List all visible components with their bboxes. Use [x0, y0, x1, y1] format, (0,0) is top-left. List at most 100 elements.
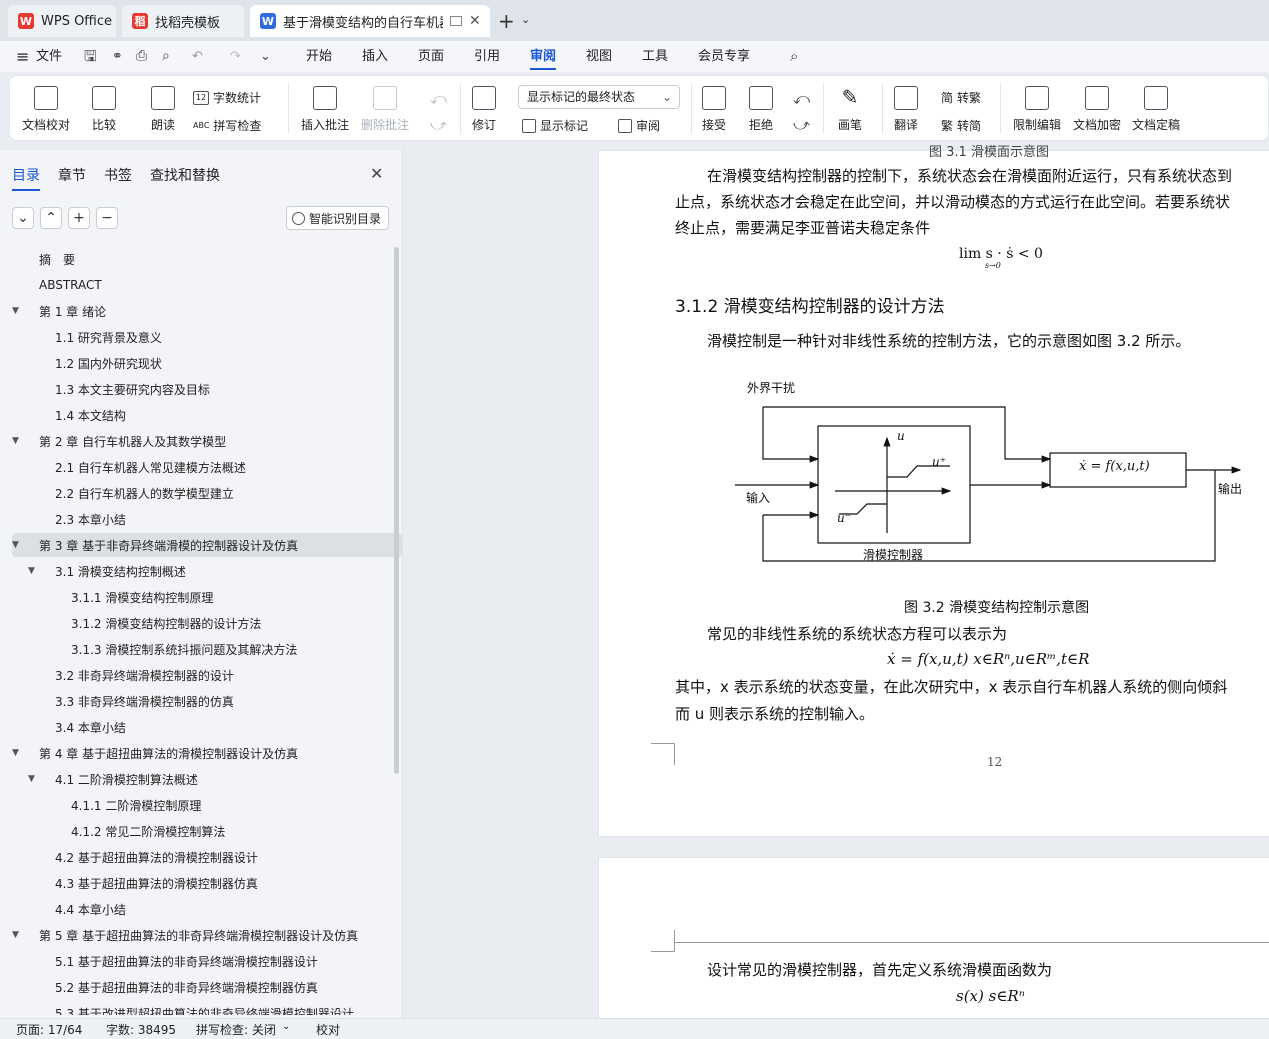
print-icon[interactable]: ⎙	[136, 41, 147, 72]
spell-check-status[interactable]: 拼写检查: 关闭	[196, 1021, 276, 1038]
word-count-button[interactable]: 12 字数统计	[193, 89, 261, 106]
toc-item[interactable]: 1.3 本文主要研究内容及目标	[12, 377, 402, 401]
save-icon[interactable]: 🖫	[84, 41, 97, 72]
proofread-status[interactable]: 校对	[316, 1021, 340, 1038]
tab-find-replace[interactable]: 查找和替换	[150, 165, 220, 185]
markup-mode-select[interactable]: 显示标记的最终状态 ⌄	[518, 85, 680, 109]
toc-item[interactable]: ▼ 第 3 章 基于非奇异终端滑模的控制器设计及仿真	[12, 533, 402, 557]
tab-toc[interactable]: 目录	[12, 165, 40, 191]
next-change-icon[interactable]: ⤻	[793, 115, 810, 135]
review-pane-button[interactable]: 审阅	[618, 117, 660, 134]
doc-check-button[interactable]: 文档校对	[22, 86, 70, 133]
undo-icon[interactable]: ↶	[192, 41, 203, 72]
show-markup-button[interactable]: 显示标记	[522, 117, 588, 134]
toc-item[interactable]: 1.2 国内外研究现状	[12, 351, 402, 375]
tab-list-chevron-icon[interactable]: ⌄	[521, 13, 530, 26]
toc-item[interactable]: ABSTRACT	[12, 273, 402, 297]
toc-item[interactable]: 4.2 基于超扭曲算法的滑模控制器设计	[12, 845, 402, 869]
toc-item[interactable]: 4.4 本章小结	[12, 897, 402, 921]
expand-triangle-icon[interactable]: ▼	[12, 436, 26, 446]
remove-heading-button[interactable]: −	[96, 207, 118, 229]
spell-check-button[interactable]: ABC 拼写检查	[193, 117, 261, 134]
menu-view[interactable]: 视图	[586, 41, 612, 72]
reject-button[interactable]: 拒绝	[749, 86, 773, 133]
toc-item[interactable]: ▼ 第 1 章 绪论	[12, 299, 402, 323]
toc-item[interactable]: 3.2 非奇异终端滑模控制器的设计	[12, 663, 402, 687]
tab-wps-office[interactable]: W WPS Office	[8, 5, 116, 37]
toc-item[interactable]: 3.4 本章小结	[12, 715, 402, 739]
expand-triangle-icon[interactable]: ▼	[12, 930, 26, 940]
tab-document[interactable]: W 基于滑模变结构的自行车机器人 ✕	[250, 5, 490, 37]
toc-item[interactable]: ▼ 3.1 滑模变结构控制概述	[12, 559, 402, 583]
tab-bookmarks[interactable]: 书签	[104, 165, 132, 185]
close-pane-icon[interactable]: ✕	[370, 164, 383, 183]
menu-home[interactable]: 开始	[306, 41, 332, 72]
toc-item[interactable]: 1.1 研究背景及意义	[12, 325, 402, 349]
encrypt-button[interactable]: 文档加密	[1073, 86, 1121, 133]
add-heading-button[interactable]: +	[68, 207, 90, 229]
toc-item[interactable]: 3.3 非奇异终端滑模控制器的仿真	[12, 689, 402, 713]
to-simplified-button[interactable]: 繁转简	[941, 117, 981, 134]
tab-chapters[interactable]: 章节	[58, 165, 86, 185]
menu-review[interactable]: 审阅	[530, 41, 557, 70]
toc-item[interactable]: 4.3 基于超扭曲算法的滑模控制器仿真	[12, 871, 402, 895]
toc-item[interactable]: ▼ 第 4 章 基于超扭曲算法的滑模控制器设计及仿真	[12, 741, 402, 765]
search-icon[interactable]: ⌕	[790, 41, 798, 72]
accept-button[interactable]: 接受	[702, 86, 726, 133]
menu-member[interactable]: 会员专享	[698, 41, 750, 72]
print-preview-icon[interactable]: ⌕	[162, 41, 170, 72]
to-traditional-button[interactable]: 简转繁	[941, 89, 981, 106]
hamburger-icon[interactable]: ≡	[16, 41, 29, 72]
insert-comment-button[interactable]: 插入批注	[301, 86, 349, 133]
expand-up-button[interactable]: ⌃	[40, 207, 62, 229]
quick-access-chevron-icon[interactable]: ⌄	[260, 41, 271, 72]
toc-item[interactable]: ▼ 第 2 章 自行车机器人及其数学模型	[12, 429, 402, 453]
toc-item[interactable]: 2.1 自行车机器人常见建模方法概述	[12, 455, 402, 479]
prev-comment-icon[interactable]: ⤺	[430, 89, 447, 109]
read-aloud-button[interactable]: 朗读	[151, 86, 175, 133]
menu-reference[interactable]: 引用	[474, 41, 500, 72]
translate-button[interactable]: 翻译	[894, 86, 918, 133]
tab-docer-templates[interactable]: 稻 找稻壳模板	[122, 5, 244, 37]
delete-comment-button[interactable]: 删除批注	[361, 86, 409, 133]
toc-item[interactable]: 1.4 本文结构	[12, 403, 402, 427]
finalize-button[interactable]: 文档定稿	[1132, 86, 1180, 133]
smart-toc-button[interactable]: 智能识别目录	[286, 206, 389, 230]
revise-button[interactable]: 修订	[472, 86, 496, 133]
menu-insert[interactable]: 插入	[362, 41, 388, 72]
toc-item[interactable]: ▼ 4.1 二阶滑模控制算法概述	[12, 767, 402, 791]
expand-triangle-icon[interactable]: ▼	[12, 748, 26, 758]
link-icon[interactable]: ⚭	[112, 41, 123, 72]
expand-triangle-icon[interactable]: ▼	[28, 566, 42, 576]
new-tab-button[interactable]: +	[498, 9, 515, 33]
toc-item[interactable]: 3.1.2 滑模变结构控制器的设计方法	[12, 611, 402, 635]
toc-item[interactable]: ▼ 第 5 章 基于超扭曲算法的非奇异终端滑模控制器设计及仿真	[12, 923, 402, 947]
toc-item[interactable]: 2.2 自行车机器人的数学模型建立	[12, 481, 402, 505]
collapse-all-button[interactable]: ⌄	[12, 207, 34, 229]
menu-file[interactable]: 文件	[36, 41, 62, 72]
redo-icon[interactable]: ↷	[230, 41, 241, 72]
toc-item[interactable]: 摘 要	[12, 247, 402, 271]
menu-page[interactable]: 页面	[418, 41, 444, 72]
compare-button[interactable]: 比较	[92, 86, 116, 133]
toc-item[interactable]: 4.1.2 常见二阶滑模控制算法	[12, 819, 402, 843]
screen-icon[interactable]	[450, 16, 462, 26]
toc-item[interactable]: 2.3 本章小结	[12, 507, 402, 531]
word-count[interactable]: 字数: 38495	[106, 1021, 176, 1038]
toc-item[interactable]: 5.1 基于超扭曲算法的非奇异终端滑模控制器设计	[12, 949, 402, 973]
toc-item[interactable]: 5.3 基于改进型超扭曲算法的非奇异终端滑模控制器设计	[12, 1001, 402, 1016]
close-tab-icon[interactable]: ✕	[469, 13, 481, 29]
toc-scrollbar[interactable]	[394, 247, 399, 774]
toc-item[interactable]: 4.1.1 二阶滑模控制原理	[12, 793, 402, 817]
expand-triangle-icon[interactable]: ▼	[12, 306, 26, 316]
chevron-down-icon[interactable]: ⌄	[282, 1021, 290, 1032]
menu-tools[interactable]: 工具	[642, 41, 668, 72]
expand-triangle-icon[interactable]: ▼	[12, 540, 26, 550]
expand-triangle-icon[interactable]: ▼	[28, 774, 42, 784]
page-indicator[interactable]: 页面: 17/64	[16, 1021, 82, 1038]
restrict-edit-button[interactable]: 限制编辑	[1013, 86, 1061, 133]
next-comment-icon[interactable]: ⤻	[430, 115, 447, 135]
prev-change-icon[interactable]: ⤺	[793, 89, 810, 109]
toc-item[interactable]: 3.1.1 滑模变结构控制原理	[12, 585, 402, 609]
pen-button[interactable]: ✎ 画笔	[838, 86, 862, 133]
